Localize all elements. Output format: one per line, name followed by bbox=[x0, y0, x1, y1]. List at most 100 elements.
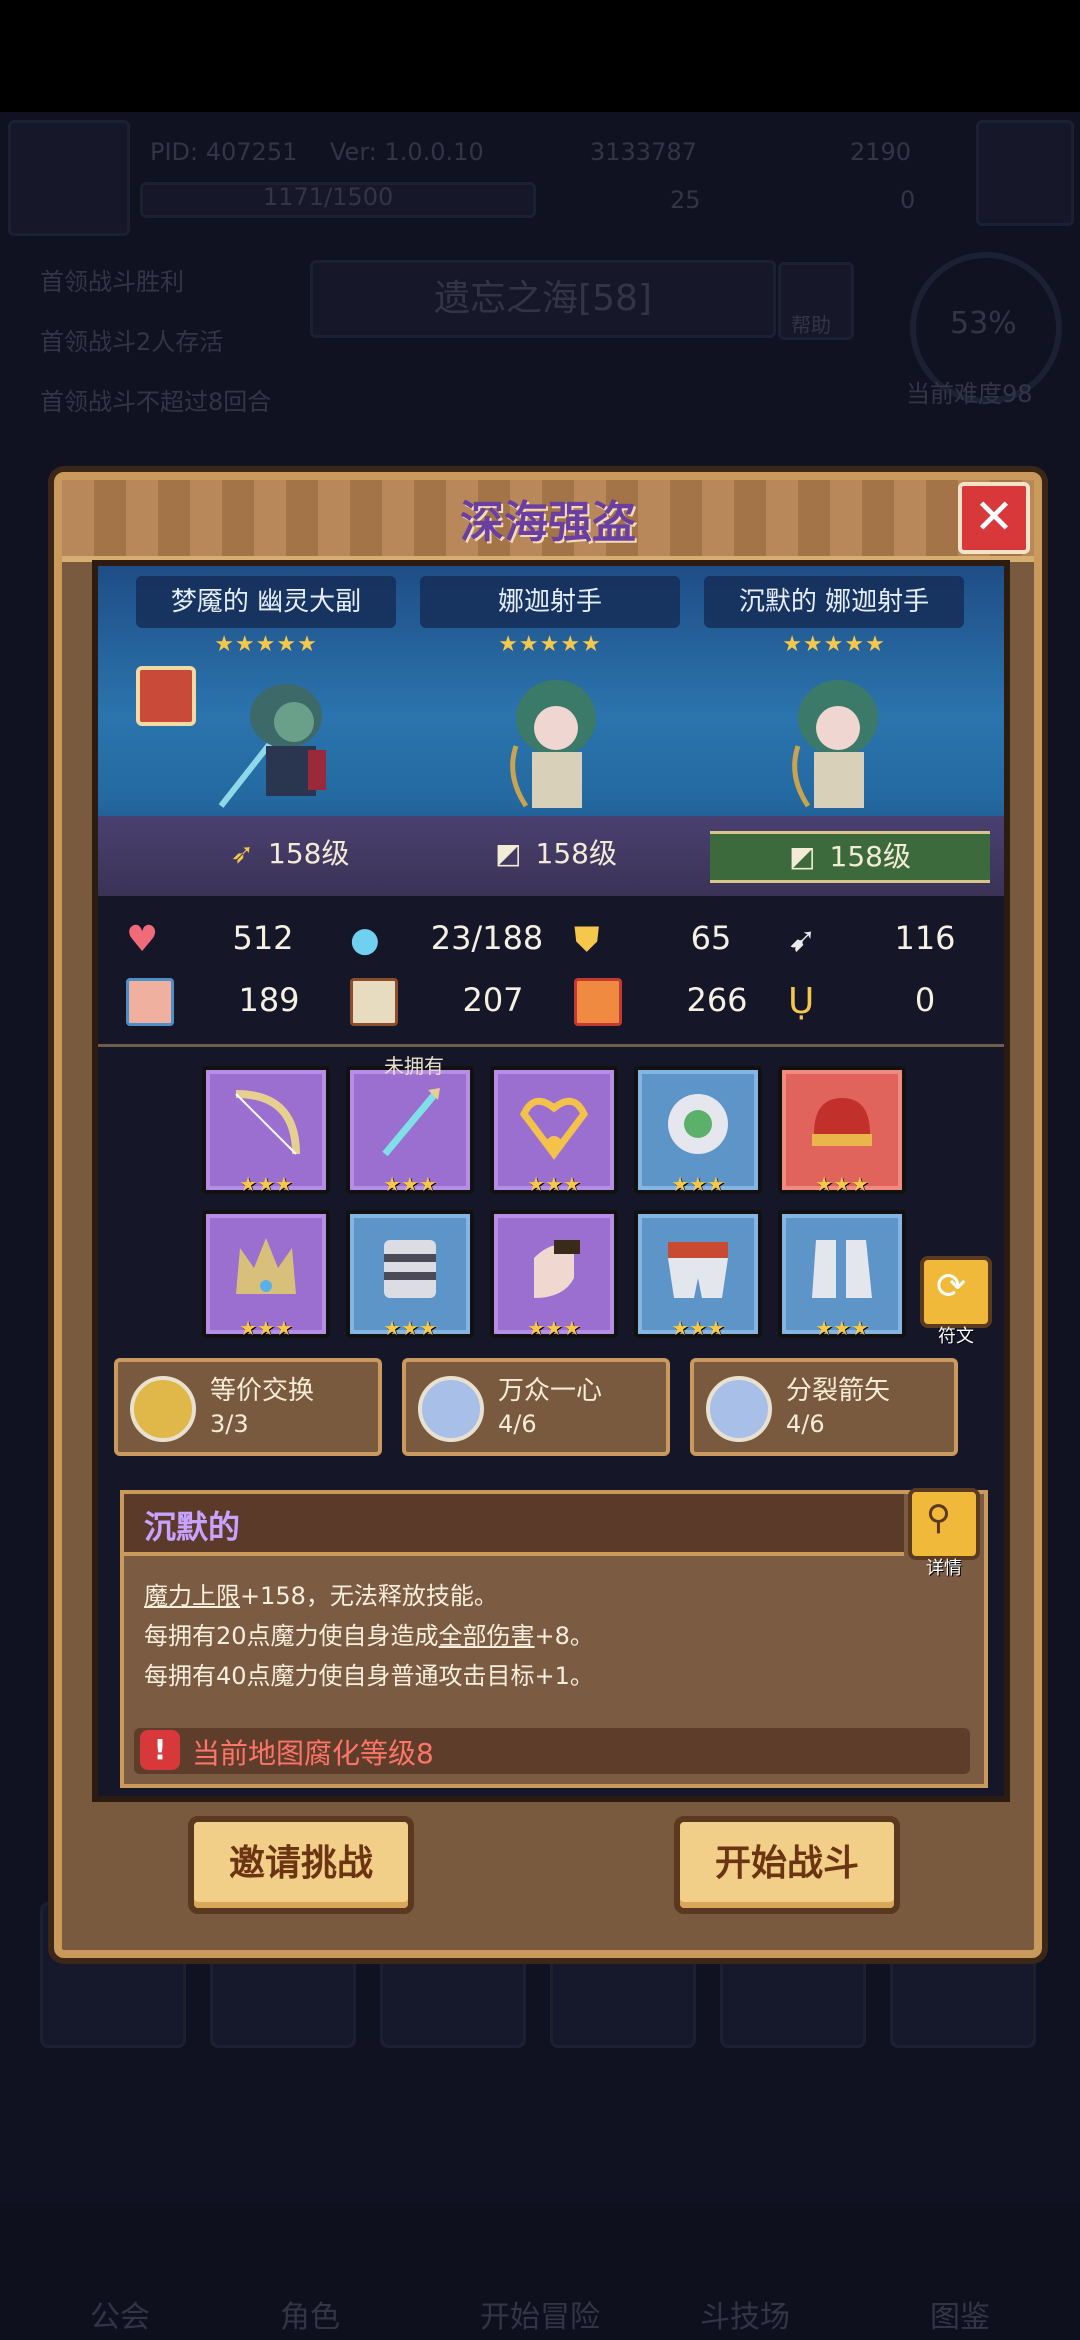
exp-text: 1171/1500 bbox=[263, 183, 394, 211]
not-owned-badge: 未拥有 bbox=[384, 1054, 444, 1078]
help-label: 帮助 bbox=[791, 313, 831, 337]
shield-icon: ◩ bbox=[495, 837, 522, 870]
equip-crown[interactable]: ★★★ bbox=[202, 1210, 330, 1340]
close-icon: ✕ bbox=[973, 489, 1015, 545]
clover-amount: 25 bbox=[670, 186, 701, 214]
bottom-nav: 公会 角色 开始冒险 斗技场 图鉴 bbox=[0, 2202, 1080, 2340]
affix-line-1: 魔力上限+158，无法释放技能。 bbox=[144, 1582, 498, 1610]
coin-icon bbox=[130, 1376, 196, 1442]
rune-button-label: 符文 bbox=[938, 1326, 974, 1347]
fist-icon bbox=[126, 978, 174, 1026]
affix-line-2: 每拥有20点魔力使自身造成全部伤害+8。 bbox=[144, 1622, 594, 1650]
shield-icon: ◩ bbox=[789, 840, 816, 873]
objective-1: 首领战斗胜利 bbox=[40, 268, 184, 296]
pants-icon bbox=[668, 1242, 728, 1298]
equip-armor[interactable]: ★★★ bbox=[346, 1210, 474, 1340]
rune-count: 3/3 bbox=[210, 1410, 249, 1438]
modal-title: 深海强盗 bbox=[460, 497, 636, 548]
rune-card-2[interactable]: 万众一心 4/6 bbox=[402, 1358, 670, 1456]
rune-card-1[interactable]: 等价交换 3/3 bbox=[114, 1358, 382, 1456]
nav-guild[interactable]: 公会 bbox=[90, 2292, 150, 2336]
difficulty-label: 当前难度98 bbox=[906, 380, 1033, 408]
pid-text: PID: 407251 bbox=[150, 138, 298, 166]
rune-count: 4/6 bbox=[498, 1410, 537, 1438]
rune-card-3[interactable]: 分裂箭矢 4/6 bbox=[690, 1358, 958, 1456]
equip-bow[interactable]: ★★★ bbox=[202, 1066, 330, 1196]
detail-button-label: 详情 bbox=[926, 1558, 962, 1579]
divider bbox=[98, 1044, 1004, 1047]
hero-level-1[interactable]: ➶ 158级 bbox=[150, 831, 430, 877]
swap-icon: ⟳ bbox=[936, 1266, 967, 1307]
horseshoe-icon: Ụ bbox=[788, 981, 815, 1022]
equip-pants[interactable]: ★★★ bbox=[634, 1210, 762, 1340]
affix-title: 沉默的 bbox=[144, 1508, 241, 1546]
stat-mana: ● 23/188 bbox=[350, 919, 544, 960]
stat-luck: Ụ0 bbox=[788, 981, 936, 1022]
equip-necklace[interactable]: ★★★ bbox=[490, 1066, 618, 1196]
book-icon bbox=[350, 978, 398, 1026]
unity-icon bbox=[418, 1376, 484, 1442]
gold-amount: 3133787 bbox=[590, 138, 697, 166]
invite-challenge-button[interactable]: 邀请挑战 bbox=[188, 1816, 414, 1914]
title-bar: 深海强盗 ✕ bbox=[62, 480, 1034, 562]
stat-defense: ⛊ 65 bbox=[574, 919, 732, 960]
warning-text: 当前地图腐化等级8 bbox=[192, 1737, 434, 1770]
silent-naga-archer-sprite[interactable] bbox=[778, 666, 898, 816]
rune-name: 分裂箭矢 bbox=[786, 1376, 891, 1406]
stat-hp: ♥ 512 bbox=[126, 919, 294, 960]
nav-arena[interactable]: 斗技场 bbox=[700, 2292, 790, 2336]
difficulty-percent: 53% bbox=[950, 306, 1017, 341]
rune-name: 等价交换 bbox=[210, 1376, 315, 1406]
bow-icon bbox=[235, 1090, 300, 1155]
objective-2: 首领战斗2人存活 bbox=[40, 328, 224, 356]
stat-attack: 189 bbox=[126, 974, 336, 1026]
stat-crit: 266 bbox=[574, 974, 784, 1026]
armor-icon bbox=[384, 1240, 436, 1298]
objective-3: 首领战斗不超过8回合 bbox=[40, 388, 272, 416]
affix-line-3: 每拥有40点魔力使自身普通攻击目标+1。 bbox=[144, 1662, 594, 1690]
hero-level-2[interactable]: ◩ 158级 bbox=[416, 831, 696, 877]
close-button[interactable]: ✕ bbox=[958, 482, 1030, 554]
detail-button[interactable]: ⚲ 详情 bbox=[908, 1488, 980, 1579]
help-button[interactable]: 帮助 bbox=[778, 262, 854, 340]
shield-icon: ⛊ bbox=[574, 920, 600, 960]
equip-boots[interactable]: ★★★ bbox=[778, 1210, 906, 1340]
naga-archer-sprite[interactable] bbox=[496, 666, 616, 816]
affix-description: 沉默的 ⚲ 详情 魔力上限+158，无法释放技能。 每拥有20点魔力使自身造成全… bbox=[120, 1488, 988, 1788]
rune-button[interactable]: ⟳ 符文 bbox=[920, 1256, 992, 1347]
equip-arrow[interactable]: 未拥有 ★★★ bbox=[346, 1054, 474, 1196]
nav-codex[interactable]: 图鉴 bbox=[930, 2292, 990, 2336]
settings-button[interactable] bbox=[976, 120, 1074, 226]
hero-name-2: 娜迦射手 bbox=[420, 576, 680, 628]
start-battle-button[interactable]: 开始战斗 bbox=[674, 1816, 900, 1914]
stage-banner[interactable]: 遗忘之海[58] bbox=[310, 260, 776, 338]
equip-gloves[interactable]: ★★★ bbox=[490, 1210, 618, 1340]
wing-icon: ➹ bbox=[788, 920, 817, 960]
magnifier-icon: ⚲ bbox=[926, 1498, 951, 1538]
ring-icon bbox=[668, 1094, 728, 1154]
warning-icon: ! bbox=[140, 1730, 180, 1770]
hero-level-3[interactable]: ◩ 158级 bbox=[710, 831, 990, 883]
nav-adventure[interactable]: 开始冒险 bbox=[480, 2292, 600, 2336]
hero-name-3: 沉默的 娜迦射手 bbox=[704, 576, 964, 628]
hero-name-1: 梦魇的 幽灵大副 bbox=[136, 576, 396, 628]
equip-ring[interactable]: ★★★ bbox=[634, 1066, 762, 1196]
rune-count: 4/6 bbox=[786, 1410, 825, 1438]
player-avatar[interactable] bbox=[8, 120, 130, 236]
boss-modal: 深海强盗 ✕ 梦魇的 幽灵大副 ★★★★★ 娜迦射手 ★★★★★ 沉默的 娜迦射… bbox=[54, 472, 1042, 1958]
version-text: Ver: 1.0.0.10 bbox=[330, 138, 484, 166]
affix-header: 沉默的 bbox=[124, 1494, 904, 1556]
exp-bar: 1171/1500 bbox=[140, 182, 536, 218]
equip-helmet[interactable]: ★★★ bbox=[778, 1066, 906, 1196]
modal-content: 梦魇的 幽灵大副 ★★★★★ 娜迦射手 ★★★★★ 沉默的 娜迦射手 ★★★★★ bbox=[92, 560, 1010, 1802]
crown-icon bbox=[236, 1238, 296, 1294]
nav-character[interactable]: 角色 bbox=[280, 2292, 340, 2336]
arrow-icon bbox=[382, 1088, 440, 1157]
hero-stars-3: ★★★★★ bbox=[782, 632, 886, 657]
boots-icon bbox=[812, 1240, 872, 1298]
gem-amount: 2190 bbox=[850, 138, 912, 166]
stage-name: 遗忘之海[58] bbox=[434, 278, 652, 319]
ghost-mate-sprite[interactable] bbox=[216, 666, 336, 816]
rune-name: 万众一心 bbox=[498, 1376, 603, 1406]
necklace-icon bbox=[519, 1097, 589, 1160]
